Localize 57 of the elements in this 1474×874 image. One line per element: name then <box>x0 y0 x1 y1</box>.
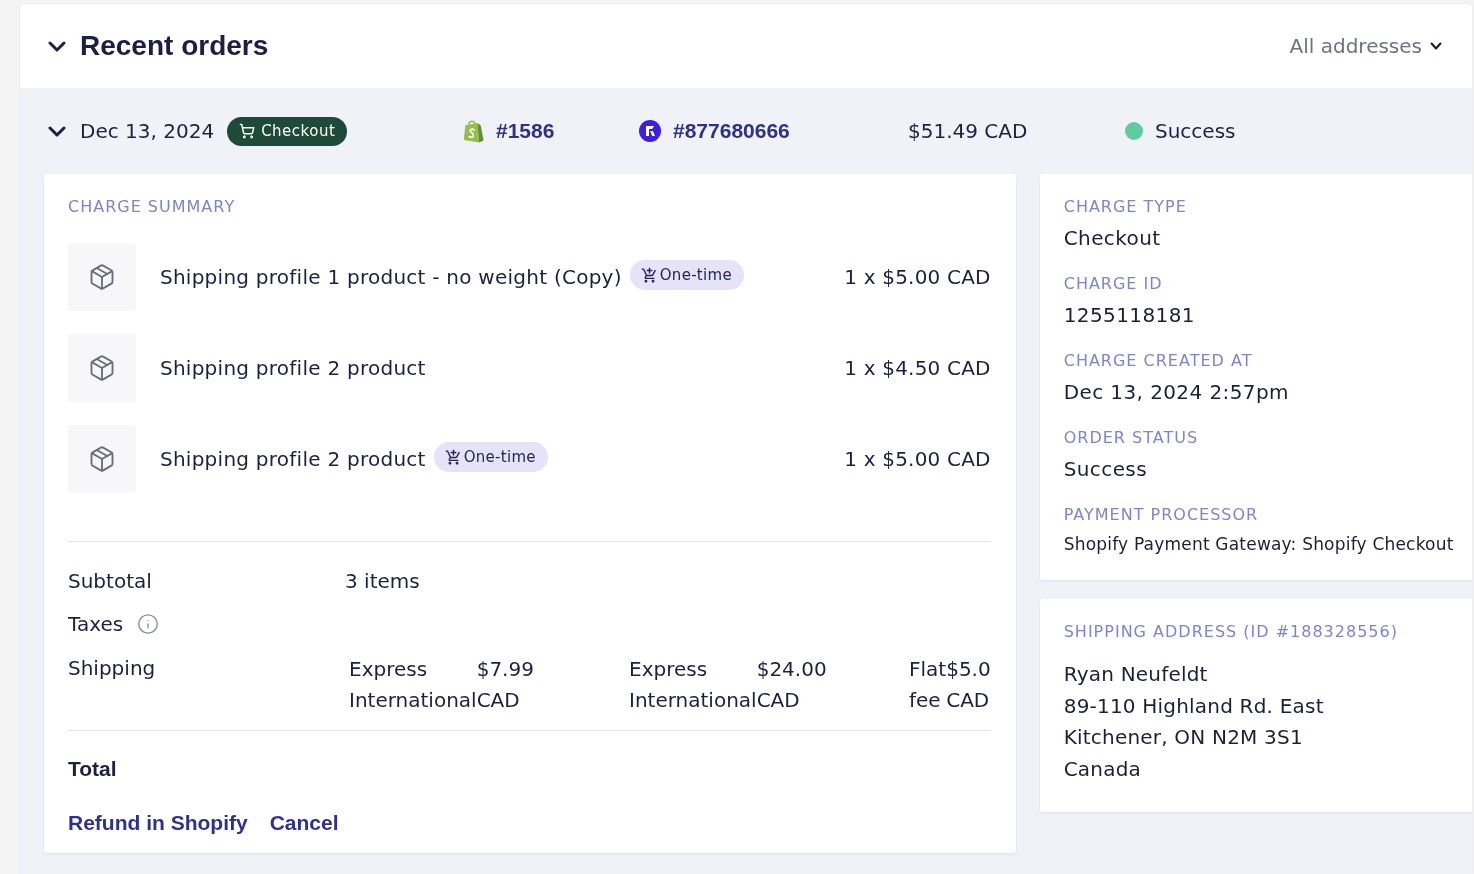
charge-order-link[interactable]: #877680666 <box>673 117 790 145</box>
address-line: Ryan Neufeldt <box>1063 661 1209 688</box>
total-label: Total <box>68 756 117 782</box>
subtotal-value: 3 items <box>345 568 420 595</box>
circle-logo-icon <box>639 120 661 142</box>
shipping-price: $5.0 CAD <box>946 656 991 714</box>
cart-plus-icon <box>640 266 658 284</box>
cart-icon <box>239 123 256 139</box>
field-label: PAYMENT PROCESSOR <box>1063 505 1260 525</box>
address-filter-dropdown[interactable]: All addresses <box>1289 34 1442 58</box>
address-line: Kitchener, ON N2M 3S1 <box>1063 724 1304 751</box>
product-name: Shipping profile 2 product <box>160 355 426 382</box>
shipping-method: Express International <box>349 656 477 714</box>
cart-plus-icon <box>444 448 462 466</box>
shipping-method: Flat fee <box>909 656 947 714</box>
field-value: Dec 13, 2024 2:57pm <box>1063 379 1290 406</box>
product-name: Shipping profile 2 product <box>160 446 426 473</box>
section-label: SHIPPING ADDRESS (ID #188328556) <box>1063 622 1399 642</box>
field-value: Checkout <box>1063 225 1162 252</box>
taxes-label: Taxes <box>68 611 124 638</box>
field-label: CHARGE CREATED AT <box>1063 351 1254 371</box>
info-icon[interactable] <box>137 613 160 635</box>
order-status: Success <box>1155 118 1236 145</box>
field-label: CHARGE ID <box>1063 274 1164 294</box>
section-label: CHARGE SUMMARY <box>68 197 237 217</box>
order-date: Dec 13, 2024 <box>80 118 215 145</box>
field-value: Shopify Payment Gateway: Shopify Checkout <box>1063 533 1454 556</box>
subtotal-label: Subtotal <box>68 568 152 595</box>
chevron-down-icon[interactable] <box>48 40 66 52</box>
shipping-method: Express International <box>629 656 757 714</box>
section-title: Recent orders <box>80 29 269 63</box>
order-amount: $51.49 CAD <box>908 118 1028 145</box>
line-price: 1 x $4.50 CAD <box>844 355 991 382</box>
field-value: Success <box>1063 456 1148 483</box>
package-icon <box>88 445 116 473</box>
chevron-down-icon[interactable] <box>48 125 66 137</box>
one-time-badge: One-time <box>433 442 548 472</box>
shipping-price: $7.99 CAD <box>476 656 534 714</box>
charge-type-badge: Checkout <box>227 116 348 146</box>
line-price: 1 x $5.00 CAD <box>844 264 991 291</box>
action-link[interactable]: Cancel <box>269 809 339 837</box>
product-name: Shipping profile 1 product - no weight (Copy) <box>160 264 622 291</box>
line-price: 1 x $5.00 CAD <box>844 446 991 473</box>
one-time-badge: One-time <box>629 260 744 290</box>
shopping-bag-icon <box>463 119 484 143</box>
action-link[interactable]: Refund in Shopify <box>68 809 248 837</box>
package-icon <box>88 263 116 291</box>
package-icon <box>88 354 116 382</box>
shipping-label: Shipping <box>68 655 156 682</box>
chevron-down-icon <box>1430 42 1442 50</box>
address-line: Canada <box>1063 755 1142 783</box>
shipping-price: $24.00 CAD <box>756 656 827 714</box>
field-label: CHARGE TYPE <box>1063 197 1188 217</box>
field-label: ORDER STATUS <box>1063 428 1200 448</box>
shopify-order-link[interactable]: #1586 <box>496 117 555 145</box>
field-value: 1255118181 <box>1063 302 1196 329</box>
address-line: 89-110 Highland Rd. East <box>1063 692 1325 720</box>
